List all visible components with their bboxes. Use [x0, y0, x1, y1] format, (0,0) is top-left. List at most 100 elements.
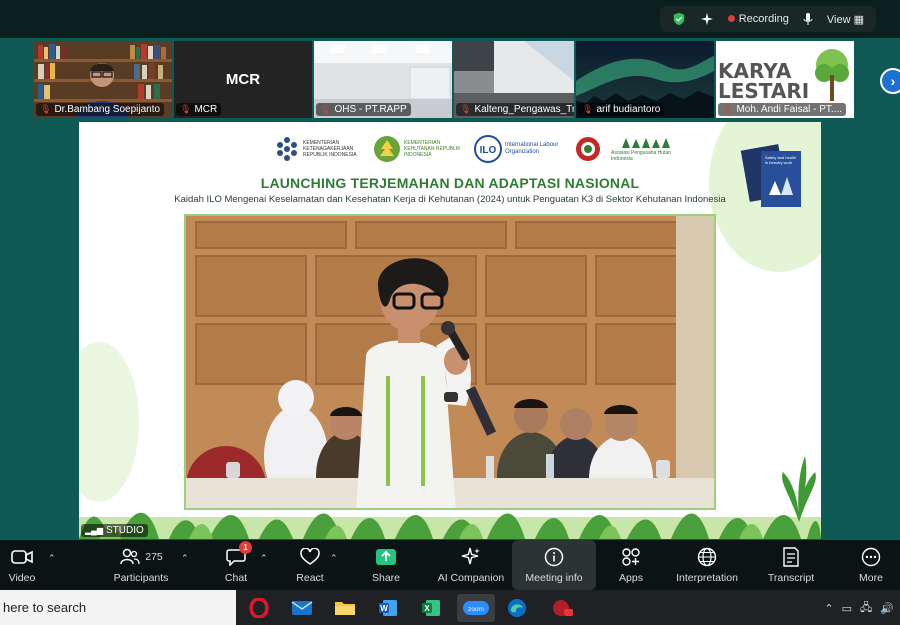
- ai-companion-label: AI Companion: [437, 572, 505, 584]
- more-label: More: [859, 572, 883, 584]
- transcript-button[interactable]: Transcript: [764, 540, 818, 590]
- taskbar-mail-button[interactable]: [285, 594, 319, 622]
- windows-taskbar: here to search W X zoom ⌃ ▭ 🖧 🔊: [0, 590, 900, 625]
- mic-muted-icon: 🎙: [40, 104, 52, 114]
- kemnaker-logo-text: KEMENTERIAN KETENAGAKERJAAN REPUBLIK IND…: [303, 140, 357, 158]
- ai-sparkle-icon[interactable]: [700, 12, 714, 26]
- taskbar-zoom-button[interactable]: zoom: [457, 594, 495, 622]
- chat-bubble-icon: 1: [225, 541, 252, 568]
- studio-label-badge: ▂▄▆ STUDIO: [81, 524, 148, 537]
- top-controls: Recording View ▦: [659, 6, 876, 32]
- participant-tile[interactable]: MCR 🎙 MCR: [174, 41, 312, 118]
- kemenhut-emblem-icon: [374, 136, 400, 162]
- recording-indicator[interactable]: Recording: [727, 13, 789, 25]
- video-options-chevron-up-icon[interactable]: ⌃: [48, 553, 56, 564]
- speaker-icon[interactable]: 🔊: [880, 602, 894, 615]
- speaker-photo: [186, 216, 714, 508]
- taskbar-app-button[interactable]: [545, 594, 579, 622]
- more-button[interactable]: More: [852, 540, 890, 590]
- book-title-text: Safety and health in forestry work: [765, 155, 797, 165]
- chevron-right-icon: ›: [890, 73, 896, 89]
- svg-text:zoom: zoom: [468, 606, 484, 613]
- svg-text:ILO: ILO: [480, 145, 497, 156]
- meeting-toolbar: Video ⌃ 275 Participants ⌃ 1 Chat ⌃ Reac…: [0, 540, 900, 590]
- participant-tile[interactable]: 🎙 OHS - PT.RAPP: [314, 41, 452, 118]
- mic-muted-icon: 🎙: [320, 104, 332, 114]
- speaker-video-feed: [184, 214, 716, 510]
- more-dots-icon: [860, 546, 882, 568]
- ilo-logo: ILO International Labour Organization: [474, 135, 565, 163]
- gallery-next-page-button[interactable]: ›: [880, 68, 900, 94]
- battery-icon[interactable]: ▭: [842, 602, 852, 615]
- info-icon: [543, 546, 565, 568]
- participant-name: Moh. Andi Faisal - PT....: [736, 104, 843, 115]
- excel-icon: X: [422, 600, 440, 616]
- slide-subtitle: Kaidah ILO Mengenai Keselamatan dan Kese…: [174, 194, 726, 205]
- share-label: Share: [371, 572, 401, 584]
- participant-name-label: 🎙 arif budiantoro: [578, 103, 665, 116]
- svg-text:X: X: [424, 604, 430, 613]
- participant-tile[interactable]: 🎙Kalteng_Pengawas_Tri...: [454, 41, 574, 118]
- chat-options-chevron-up-icon[interactable]: ⌃: [260, 553, 268, 564]
- taskbar-word-button[interactable]: W: [371, 594, 405, 622]
- security-shield-icon[interactable]: [672, 12, 686, 26]
- slide-title: LAUNCHING TERJEMAHAN DAN ADAPTASI NASION…: [260, 175, 640, 191]
- chat-button[interactable]: 1 Chat: [218, 540, 254, 590]
- interpretation-button[interactable]: Interpretation: [668, 540, 746, 590]
- kemenhut-logo-text: KEMENTERIAN KEHUTANAN REPUBLIK INDONESIA: [404, 140, 461, 158]
- participant-tile[interactable]: 🎙 Dr.Bambang Soepijanto: [34, 41, 172, 118]
- react-button[interactable]: React: [292, 540, 328, 590]
- union-logo: [575, 136, 601, 162]
- meeting-info-button[interactable]: Meeting info: [512, 540, 596, 590]
- transcript-label: Transcript: [767, 572, 815, 584]
- react-label: React: [296, 572, 324, 584]
- meeting-top-bar: Recording View ▦: [0, 0, 900, 38]
- apps-icon: [620, 546, 642, 568]
- taskbar-opera-button[interactable]: [242, 594, 276, 622]
- participants-button[interactable]: 275 Participants: [108, 540, 174, 590]
- system-tray: ⌃ ▭ 🖧 🔊: [824, 599, 894, 618]
- signal-bars-icon: ▂▄▆: [85, 526, 103, 535]
- interpretation-label: Interpretation: [676, 572, 738, 584]
- taskbar-file-explorer-button[interactable]: [328, 594, 362, 622]
- slide-foliage-decoration: [79, 512, 821, 539]
- video-camera-icon: [11, 546, 33, 568]
- kemnaker-emblem-icon: [277, 137, 297, 161]
- ai-companion-button[interactable]: AI Companion: [434, 540, 508, 590]
- mic-status-icon[interactable]: [803, 12, 813, 26]
- participant-name-label: 🎙Kalteng_Pengawas_Tri...: [456, 103, 574, 116]
- chat-label: Chat: [224, 572, 248, 584]
- taskbar-search-text: here to search: [3, 600, 87, 615]
- participant-tile[interactable]: 🎙 arif budiantoro: [576, 41, 714, 118]
- svg-text:W: W: [380, 604, 388, 613]
- participant-tile[interactable]: KARYA LESTARI 🎙 Moh. Andi Faisal - PT....: [716, 41, 854, 118]
- gear-emblem-icon: [576, 137, 600, 161]
- chevron-up-icon[interactable]: ⌃: [824, 602, 833, 615]
- mic-muted-icon: 🎙: [180, 104, 192, 114]
- shared-screen[interactable]: KEMENTERIAN KETENAGAKERJAAN REPUBLIK IND…: [79, 122, 821, 539]
- video-button[interactable]: Video: [2, 540, 42, 590]
- react-options-chevron-up-icon[interactable]: ⌃: [330, 553, 338, 564]
- studio-label: STUDIO: [105, 525, 144, 536]
- network-icon[interactable]: 🖧: [860, 599, 872, 618]
- participant-name: Dr.Bambang Soepijanto: [54, 104, 161, 115]
- globe-icon: [696, 546, 718, 568]
- share-button[interactable]: Share: [368, 540, 404, 590]
- taskbar-search-box[interactable]: here to search: [0, 590, 236, 625]
- participant-name-label: 🎙 Dr.Bambang Soepijanto: [36, 103, 165, 116]
- meeting-info-label: Meeting info: [525, 572, 583, 584]
- kemenhut-logo: KEMENTERIAN KEHUTANAN REPUBLIK INDONESIA: [373, 135, 464, 163]
- zoom-logo-icon: zoom: [463, 601, 489, 615]
- apps-button[interactable]: Apps: [614, 540, 648, 590]
- participant-name-label: 🎙 MCR: [176, 103, 222, 116]
- participant-name: OHS - PT.RAPP: [334, 104, 407, 115]
- participants-icon: [119, 546, 141, 568]
- taskbar-edge-button[interactable]: [500, 594, 534, 622]
- aphi-trees-icon: [622, 138, 670, 148]
- taskbar-excel-button[interactable]: X: [414, 594, 448, 622]
- participant-name: arif budiantoro: [596, 104, 661, 115]
- participants-options-chevron-up-icon[interactable]: ⌃: [181, 553, 189, 564]
- participant-name: MCR: [194, 104, 218, 115]
- view-button[interactable]: View ▦: [827, 13, 864, 26]
- opera-icon: [249, 598, 269, 618]
